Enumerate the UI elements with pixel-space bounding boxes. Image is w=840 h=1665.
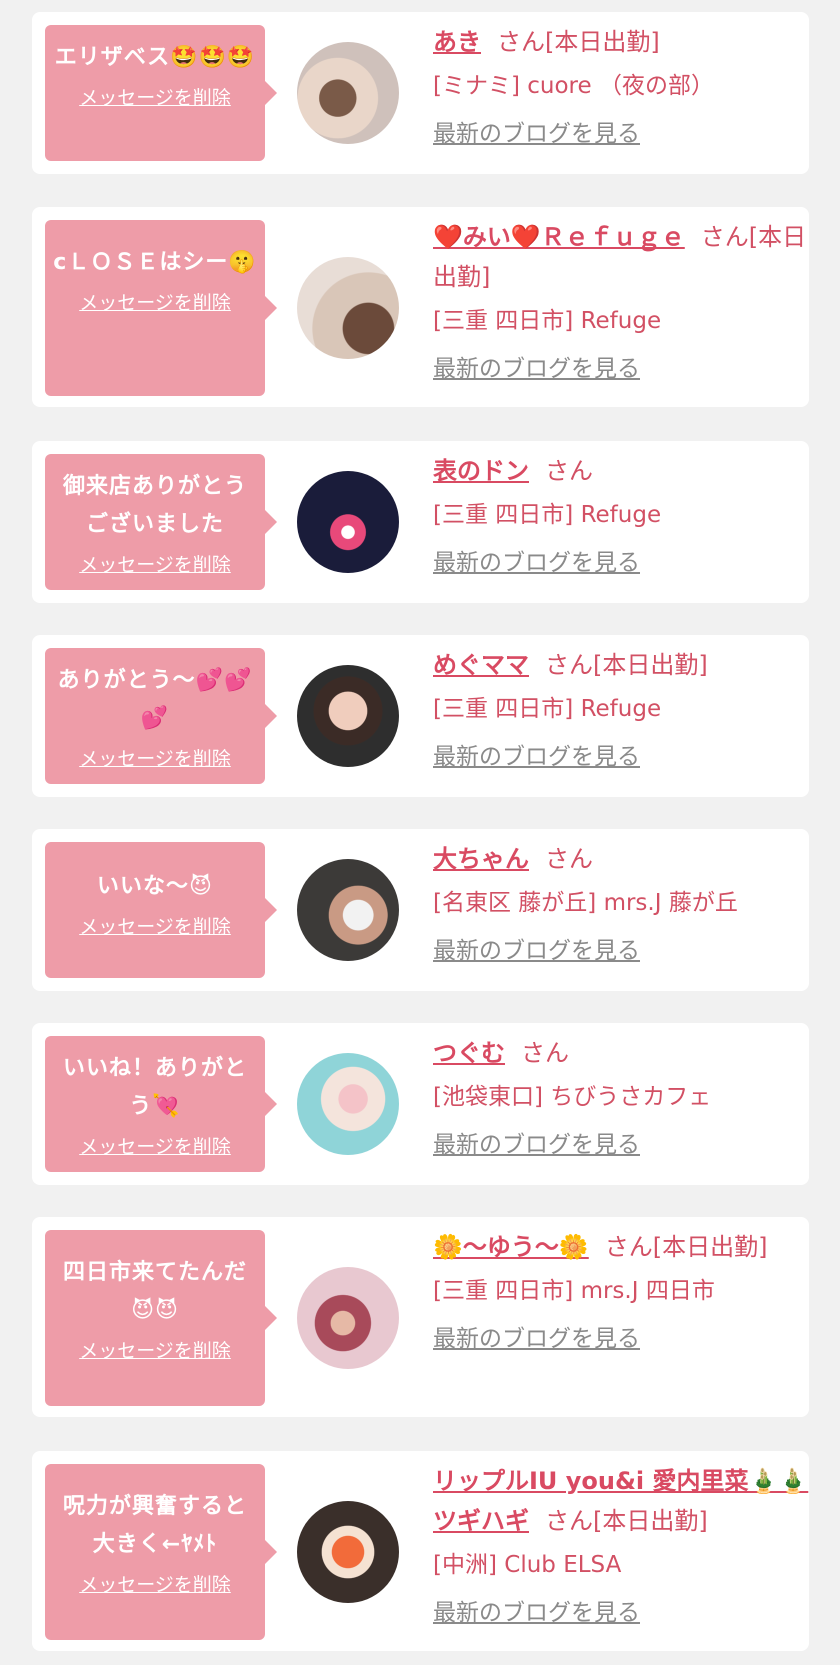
delete-message-link[interactable]: メッセージを削除 — [53, 288, 257, 315]
shop-name: [名東区 藤が丘] mrs.J 藤が丘 — [433, 890, 738, 916]
user-name-link[interactable]: つぐむ — [433, 1039, 505, 1067]
user-suffix: さん[本日出勤] — [545, 1507, 708, 1535]
message-text: 四日市来てたんだ😈😈 — [62, 1260, 247, 1323]
message-bubble: 御来店ありがとうございました メッセージを削除 — [45, 454, 277, 590]
blog-link[interactable]: 最新のブログを見る — [433, 114, 640, 148]
avatar[interactable] — [297, 1053, 399, 1155]
list-item: cＬＯＳＥはシー🤫 メッセージを削除 ❤️みい❤️Ｒｅｆｕｇｅ さん[本日出勤] … — [32, 207, 809, 407]
message-text: 呪力が興奮すると大きく←ﾔﾒﾄ — [62, 1494, 247, 1557]
delete-message-link[interactable]: メッセージを削除 — [53, 1132, 257, 1159]
user-name-link[interactable]: 大ちゃん — [433, 845, 529, 873]
shop-name: [池袋東口] ちびうさカフェ — [433, 1084, 712, 1110]
list-item: エリザベス🤩🤩🤩 メッセージを削除 あき さん[本日出勤] [ミナミ] cuore… — [32, 12, 809, 174]
message-bubble: いいな〜😈 メッセージを削除 — [45, 842, 277, 978]
list-item: ありがとう〜💕💕💕 メッセージを削除 めぐママ さん[本日出勤] [三重 四日市]… — [32, 635, 809, 797]
blog-link[interactable]: 最新のブログを見る — [433, 543, 640, 577]
blog-link[interactable]: 最新のブログを見る — [433, 1125, 640, 1159]
delete-message-link[interactable]: メッセージを削除 — [53, 83, 257, 110]
user-name-link[interactable]: ❤️みい❤️Ｒｅｆｕｇｅ — [433, 223, 685, 251]
avatar[interactable] — [297, 1501, 399, 1603]
shop-name: [三重 四日市] Refuge — [433, 502, 662, 528]
blog-link[interactable]: 最新のブログを見る — [433, 931, 640, 965]
blog-link[interactable]: 最新のブログを見る — [433, 1593, 640, 1627]
user-name-link[interactable]: 表のドン — [433, 457, 529, 485]
message-list: エリザベス🤩🤩🤩 メッセージを削除 あき さん[本日出勤] [ミナミ] cuore… — [0, 0, 840, 1665]
message-text: 御来店ありがとうございました — [62, 474, 247, 537]
list-item: 御来店ありがとうございました メッセージを削除 表のドン さん [三重 四日市] … — [32, 441, 809, 603]
blog-link[interactable]: 最新のブログを見る — [433, 349, 640, 383]
delete-message-link[interactable]: メッセージを削除 — [53, 1570, 257, 1597]
user-suffix: さん[本日出勤] — [497, 28, 660, 56]
message-bubble: 四日市来てたんだ😈😈 メッセージを削除 — [45, 1230, 277, 1406]
message-text: いいな〜😈 — [97, 874, 213, 899]
user-suffix: さん — [545, 845, 593, 873]
message-text: いいね！ありがとう💘 — [62, 1056, 247, 1119]
user-name-link[interactable]: あき — [433, 28, 481, 56]
delete-message-link[interactable]: メッセージを削除 — [53, 912, 257, 939]
avatar[interactable] — [297, 1267, 399, 1369]
user-name-link[interactable]: めぐママ — [433, 651, 529, 679]
message-bubble: いいね！ありがとう💘 メッセージを削除 — [45, 1036, 277, 1172]
shop-name: [三重 四日市] mrs.J 四日市 — [433, 1278, 715, 1304]
message-text: エリザベス🤩🤩🤩 — [54, 45, 256, 70]
delete-message-link[interactable]: メッセージを削除 — [53, 744, 257, 771]
user-suffix: さん[本日出勤] — [545, 651, 708, 679]
delete-message-link[interactable]: メッセージを削除 — [53, 1336, 257, 1363]
avatar[interactable] — [297, 42, 399, 144]
delete-message-link[interactable]: メッセージを削除 — [53, 550, 257, 577]
user-name-link[interactable]: 🌼〜ゆう〜🌼 — [433, 1233, 589, 1261]
avatar[interactable] — [297, 257, 399, 359]
avatar[interactable] — [297, 665, 399, 767]
list-item: いいな〜😈 メッセージを削除 大ちゃん さん [名東区 藤が丘] mrs.J 藤が… — [32, 829, 809, 991]
list-item: いいね！ありがとう💘 メッセージを削除 つぐむ さん [池袋東口] ちびうさカフェ… — [32, 1023, 809, 1185]
user-suffix: さん[本日出勤] — [604, 1233, 768, 1261]
message-bubble: 呪力が興奮すると大きく←ﾔﾒﾄ メッセージを削除 — [45, 1464, 277, 1640]
blog-link[interactable]: 最新のブログを見る — [433, 1319, 640, 1353]
blog-link[interactable]: 最新のブログを見る — [433, 737, 640, 771]
list-item: 呪力が興奮すると大きく←ﾔﾒﾄ メッセージを削除 リップルIU you&i 愛内… — [32, 1451, 809, 1651]
message-text: cＬＯＳＥはシー🤫 — [53, 250, 257, 275]
message-bubble: ありがとう〜💕💕💕 メッセージを削除 — [45, 648, 277, 784]
avatar[interactable] — [297, 471, 399, 573]
shop-name: [中洲] Club ELSA — [433, 1552, 622, 1578]
message-text: ありがとう〜💕💕💕 — [57, 668, 253, 731]
avatar[interactable] — [297, 859, 399, 961]
shop-name: [三重 四日市] Refuge — [433, 308, 662, 334]
message-bubble: エリザベス🤩🤩🤩 メッセージを削除 — [45, 25, 277, 161]
message-bubble: cＬＯＳＥはシー🤫 メッセージを削除 — [45, 220, 277, 396]
shop-name: [三重 四日市] Refuge — [433, 696, 662, 722]
list-item: 四日市来てたんだ😈😈 メッセージを削除 🌼〜ゆう〜🌼 さん[本日出勤] [三重 四… — [32, 1217, 809, 1417]
user-suffix: さん — [545, 457, 593, 485]
shop-name: [ミナミ] cuore （夜の部） — [433, 73, 714, 99]
user-suffix: さん — [521, 1039, 569, 1067]
